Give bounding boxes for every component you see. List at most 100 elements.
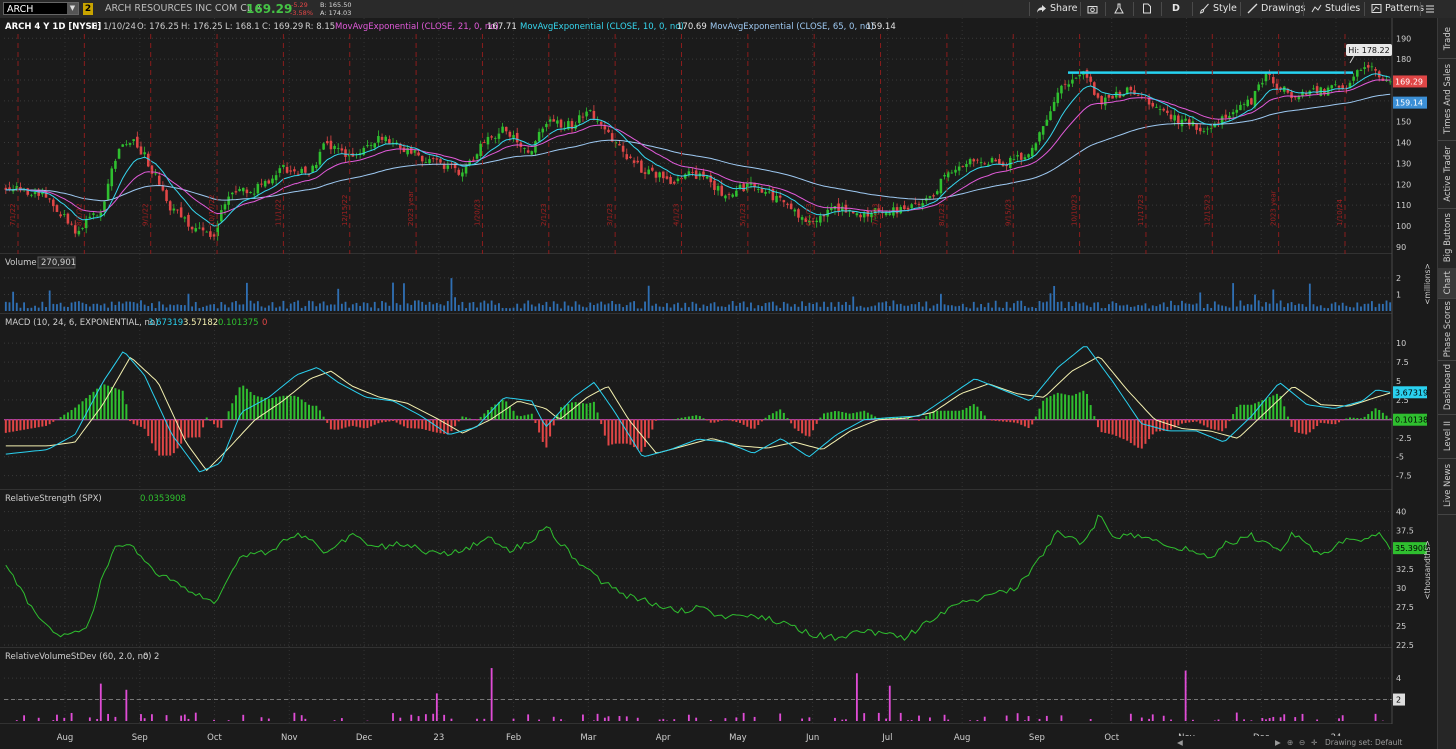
candle-body [932, 195, 935, 197]
candle-body [81, 228, 84, 229]
side-tab-label: Live News [1442, 464, 1453, 508]
side-tab-level-ii[interactable]: Level II [1438, 414, 1456, 458]
candle-body [84, 218, 88, 229]
candle-body [1158, 109, 1162, 110]
candle-body [1173, 115, 1176, 121]
crosshair-icon[interactable]: ✛ [1311, 736, 1317, 749]
side-tab-phase-scores[interactable]: Phase Scores [1438, 298, 1456, 360]
candle-body [369, 145, 373, 146]
candle-body [683, 174, 687, 179]
candle-body [117, 149, 121, 159]
candle-body [782, 200, 786, 203]
candle-body [304, 166, 307, 173]
symbol-input[interactable]: ARCH ▼ [3, 2, 79, 15]
candle-body [431, 158, 435, 160]
date-marker-label: 2023 year [407, 190, 415, 226]
date-marker-label: 8/1/22 [75, 203, 83, 226]
price-axis-tick: 7.5 [1396, 358, 1409, 367]
candle-body [1312, 88, 1315, 90]
lab-button[interactable] [1114, 0, 1127, 18]
zoom-in-icon[interactable]: ⊕ [1287, 736, 1293, 749]
style-button[interactable]: Style [1199, 0, 1237, 18]
side-tab-live-news[interactable]: Live News [1438, 458, 1456, 514]
hamburger-icon [1426, 5, 1434, 12]
side-tab-dashboard[interactable]: Dashboard [1438, 360, 1456, 414]
candle-body [899, 207, 902, 214]
drawings-label: Drawings [1261, 3, 1306, 14]
candle-body [1071, 79, 1074, 84]
studies-button[interactable]: Studies [1311, 0, 1360, 18]
candle-body [300, 168, 303, 174]
candle-body [172, 208, 176, 211]
candle-body [457, 169, 461, 175]
candle-body [125, 144, 128, 146]
patterns-button[interactable]: Patterns [1371, 0, 1424, 18]
menu-button[interactable] [1425, 0, 1435, 18]
toolbar-separator [1240, 2, 1241, 16]
zoom-out-icon[interactable]: ⊖ [1299, 736, 1305, 749]
candle-body [322, 143, 325, 150]
ask-price: A: 174.03 [320, 9, 352, 17]
candle-body [139, 146, 143, 155]
candle-body [504, 126, 508, 132]
toolbar-separator [1420, 2, 1421, 16]
candle-body [508, 131, 512, 137]
side-tab-active-trader[interactable]: Active Trader [1438, 140, 1456, 208]
link-group-badge[interactable]: 2 [83, 3, 93, 15]
date-marker-label: 7/3/23 [872, 203, 880, 226]
side-tab-trade[interactable]: Trade [1438, 20, 1456, 58]
study-label-ema: MovAvgExponential (CLOSE, 21, 0, no) [335, 22, 499, 32]
candle-body [340, 148, 344, 151]
candle-body [92, 213, 95, 215]
study-label-ema: MovAvgExponential (CLOSE, 65, 0, no) [710, 22, 874, 32]
candle-body [530, 151, 534, 155]
chevron-down-icon[interactable]: ▼ [67, 3, 78, 14]
price-axis-tick: 4 [1396, 674, 1401, 683]
candle-body [417, 152, 420, 156]
scroll-left-icon[interactable]: ◀ [1177, 736, 1183, 749]
export-button[interactable] [1142, 0, 1155, 18]
price-axis-tick: 2 [1396, 274, 1401, 283]
scroll-right-icon[interactable]: ▶ [1275, 736, 1281, 749]
drawings-button[interactable]: Drawings [1247, 0, 1305, 18]
candle-body [241, 187, 245, 192]
aggregation-period[interactable]: D [1172, 0, 1180, 18]
candle-body [556, 120, 559, 124]
rvsd-value: 0 [143, 652, 148, 662]
chart-area[interactable]: 9010011012013014015016017018019012-7.5-5… [0, 18, 1437, 749]
candle-body [961, 165, 965, 167]
candle-body [720, 185, 724, 196]
side-tab-label: Active Trader [1442, 146, 1453, 202]
date-marker-label: 11/1/22 [274, 199, 282, 226]
candle-body [329, 140, 333, 150]
candle-body [914, 202, 917, 204]
candle-body [271, 178, 274, 184]
candle-body [607, 129, 610, 133]
date-marker-label: 5/1/23 [739, 203, 747, 226]
candle-body [1250, 98, 1253, 105]
candle-body [223, 204, 227, 210]
ohlc-low: L: 168.1 [225, 22, 260, 32]
candle-body [713, 180, 716, 190]
candle-body [1023, 157, 1027, 160]
side-tab-big-buttons[interactable]: Big Buttons [1438, 208, 1456, 268]
candle-body [1019, 152, 1023, 160]
time-axis-label: Jun [805, 733, 819, 743]
candle-body [1136, 94, 1140, 96]
share-icon [1037, 4, 1046, 13]
side-tab-times-and-sales[interactable]: Times And Sales [1438, 58, 1456, 140]
candle-body [596, 120, 599, 122]
candle-body [1359, 70, 1363, 72]
candle-body [819, 215, 822, 223]
share-button[interactable]: Share [1036, 0, 1077, 18]
candle-body [662, 171, 665, 179]
candle-body [1231, 112, 1235, 115]
side-tab-chart[interactable]: Chart [1438, 268, 1456, 298]
camera-icon [1087, 5, 1098, 13]
date-marker-label: 12/15/23 [1203, 195, 1211, 226]
candle-body [1155, 106, 1158, 108]
high-label: Hi: 178.22 [1348, 46, 1389, 55]
time-axis-label: Apr [656, 733, 671, 743]
candle-body [446, 165, 450, 169]
snapshot-button[interactable] [1087, 0, 1101, 18]
